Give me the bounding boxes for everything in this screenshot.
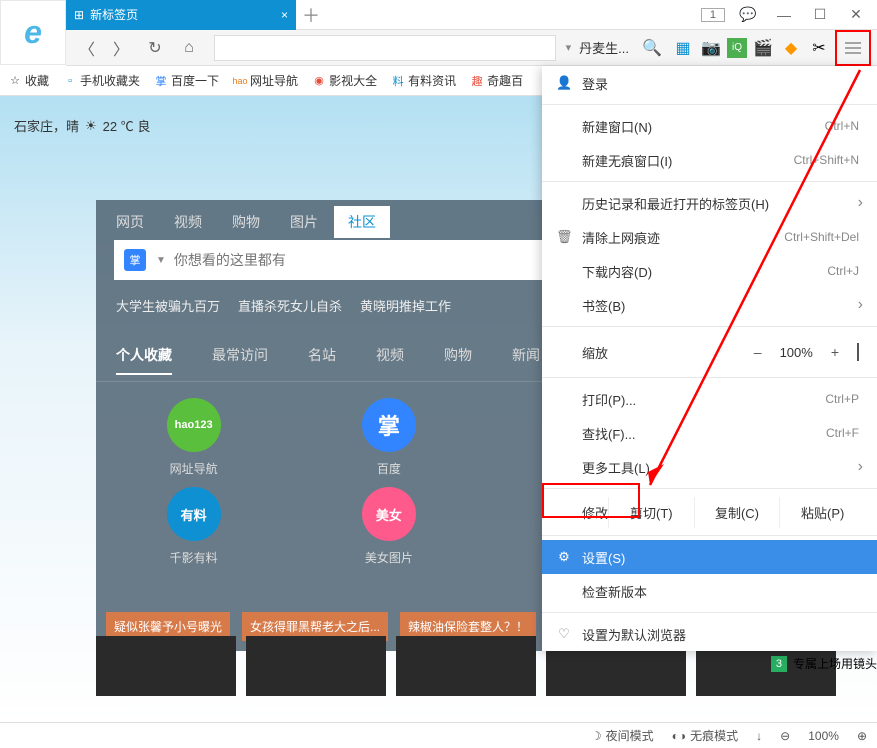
minimize-button[interactable]: — xyxy=(771,2,797,28)
zoom-out[interactable]: ⊖ xyxy=(780,729,790,743)
tile-youliao[interactable]: 有料千影有料 xyxy=(116,487,271,566)
zoom-minus[interactable]: – xyxy=(754,344,762,360)
tile-hao123[interactable]: hao123网址导航 xyxy=(116,398,271,477)
menu-history[interactable]: 历史记录和最近打开的标签页(H) xyxy=(542,186,877,220)
download-status[interactable]: ↓ xyxy=(756,729,762,743)
search-engine-label[interactable]: 丹麦生... xyxy=(575,38,633,57)
camera-icon[interactable]: 📷 xyxy=(699,36,723,60)
status-bar: ☽夜间模式 ◐◑无痕模式 ↓ ⊖ 100% ⊕ xyxy=(0,722,877,748)
heart-icon: ♡ xyxy=(556,626,572,642)
nav-tab-most[interactable]: 最常访问 xyxy=(212,345,268,375)
close-button[interactable]: ✕ xyxy=(843,2,869,28)
tab-label: 新标签页 xyxy=(90,6,138,23)
incognito-mode[interactable]: ◐◑无痕模式 xyxy=(672,727,739,744)
zoom-in[interactable]: ⊕ xyxy=(857,729,867,743)
iqiyi-icon[interactable]: iQ xyxy=(727,38,747,58)
menu-bookmarks[interactable]: 书签(B) xyxy=(542,288,877,322)
title-bar: ⊞ 新标签页 × ＋ 1 💬 — ☐ ✕ xyxy=(66,0,877,30)
menu-copy[interactable]: 复制(C) xyxy=(694,497,780,528)
nav-tab-sites[interactable]: 名站 xyxy=(308,345,336,375)
zoom-plus[interactable]: + xyxy=(831,344,839,360)
zoom-value: 100% xyxy=(780,345,813,360)
user-icon: 👤 xyxy=(556,75,572,91)
download-icon: ↓ xyxy=(756,729,762,743)
menu-zoom: 缩放 – 100% + xyxy=(542,331,877,373)
apps-icon[interactable]: ▦ xyxy=(671,36,695,60)
search-tab-community[interactable]: 社区 xyxy=(334,206,390,238)
menu-cut[interactable]: 剪切(T) xyxy=(608,497,694,528)
search-tab-image[interactable]: 图片 xyxy=(290,212,318,232)
bookmark-news[interactable]: 料有料资讯 xyxy=(391,72,456,89)
hot-link[interactable]: 黄晓明推掉工作 xyxy=(360,296,451,315)
menu-clear[interactable]: 🗑清除上网痕迹Ctrl+Shift+Del xyxy=(542,220,877,254)
mask-icon: ◐◑ xyxy=(672,729,687,743)
search-button[interactable]: 🔍 xyxy=(637,33,667,63)
search-tab-video[interactable]: 视频 xyxy=(174,212,202,232)
tile-baidu[interactable]: 掌百度 xyxy=(311,398,466,477)
maximize-button[interactable]: ☐ xyxy=(807,2,833,28)
home-button[interactable]: ⌂ xyxy=(174,33,204,63)
nav-tab-video[interactable]: 视频 xyxy=(376,345,404,375)
page-count[interactable]: 1 xyxy=(701,8,725,22)
bookmark-hao[interactable]: hao网址导航 xyxy=(233,72,298,89)
menu-check-update[interactable]: 检查新版本 xyxy=(542,574,877,608)
menu-new-incognito[interactable]: 新建无痕窗口(I)Ctrl+Shift+N xyxy=(542,143,877,177)
menu-print[interactable]: 打印(P)...Ctrl+P xyxy=(542,382,877,416)
nav-tab-favorites[interactable]: 个人收藏 xyxy=(116,345,172,375)
diamond-icon[interactable]: ◆ xyxy=(779,36,803,60)
menu-downloads[interactable]: 下载内容(D)Ctrl+J xyxy=(542,254,877,288)
menu-login[interactable]: 👤登录 xyxy=(542,66,877,100)
thumb[interactable] xyxy=(246,636,386,696)
night-mode[interactable]: ☽夜间模式 xyxy=(591,727,654,744)
weather[interactable]: 石家庄，晴 ☀ 22 ℃ 良 xyxy=(14,116,150,135)
menu-paste[interactable]: 粘贴(P) xyxy=(779,497,865,528)
bookmark-baidu[interactable]: 掌百度一下 xyxy=(154,72,219,89)
hot-link[interactable]: 大学生被骗九百万 xyxy=(116,296,220,315)
bookmark-favorites[interactable]: ☆收藏 xyxy=(8,72,49,89)
baidu-paw-icon: 掌 xyxy=(124,249,146,271)
gear-icon: ⚙ xyxy=(556,549,572,565)
nav-tab-news[interactable]: 新闻 xyxy=(512,345,540,375)
menu-new-window[interactable]: 新建窗口(N)Ctrl+N xyxy=(542,109,877,143)
scissors-icon[interactable]: ✂ xyxy=(807,36,831,60)
thumb[interactable] xyxy=(396,636,536,696)
reload-button[interactable]: ↻ xyxy=(140,33,170,63)
address-bar[interactable] xyxy=(214,35,556,61)
film-icon[interactable]: 🎬 xyxy=(751,36,775,60)
tab-new[interactable]: ⊞ 新标签页 × xyxy=(66,0,296,30)
search-tab-web[interactable]: 网页 xyxy=(116,212,144,232)
menu-find[interactable]: 查找(F)...Ctrl+F xyxy=(542,416,877,450)
menu-set-default[interactable]: ♡设置为默认浏览器 xyxy=(542,617,877,651)
trash-icon: 🗑 xyxy=(556,229,572,245)
nav-tab-shopping[interactable]: 购物 xyxy=(444,345,472,375)
bookmark-video[interactable]: ◉影视大全 xyxy=(312,72,377,89)
grid-icon: ⊞ xyxy=(74,8,84,22)
zoom-level[interactable]: 100% xyxy=(808,729,839,743)
bookmark-mobile[interactable]: ▫手机收藏夹 xyxy=(63,72,140,89)
fullscreen-icon[interactable] xyxy=(857,344,859,360)
main-menu: 👤登录 新建窗口(N)Ctrl+N 新建无痕窗口(I)Ctrl+Shift+N … xyxy=(542,66,877,651)
menu-settings[interactable]: ⚙设置(S) xyxy=(542,540,877,574)
browser-logo: e xyxy=(0,0,66,65)
menu-more-tools[interactable]: 更多工具(L) xyxy=(542,450,877,484)
search-tab-shopping[interactable]: 购物 xyxy=(232,212,260,232)
feedback-icon[interactable]: 💬 xyxy=(735,2,761,28)
toolbar: 〈 〉 ↻ ⌂ ▾ 丹麦生... 🔍 ▦ 📷 iQ 🎬 ◆ ✂ xyxy=(66,30,877,66)
moon-icon: ☽ xyxy=(591,729,602,743)
tile-beauty[interactable]: 美女美女图片 xyxy=(311,487,466,566)
forward-button[interactable]: 〉 xyxy=(106,33,136,63)
thumb[interactable] xyxy=(96,636,236,696)
bookmark-fun[interactable]: 趣奇趣百 xyxy=(470,72,523,89)
menu-button[interactable] xyxy=(835,30,871,66)
hot-link[interactable]: 直播杀死女儿自杀 xyxy=(238,296,342,315)
sun-icon: ☀ xyxy=(85,118,97,134)
close-icon[interactable]: × xyxy=(281,8,288,22)
back-button[interactable]: 〈 xyxy=(72,33,102,63)
new-tab-button[interactable]: ＋ xyxy=(296,2,326,28)
menu-edit-row: 修改 剪切(T) 复制(C) 粘贴(P) xyxy=(542,493,877,531)
hot-item[interactable]: 3专属上场用镜头 xyxy=(771,655,877,672)
hamburger-icon xyxy=(844,41,862,55)
